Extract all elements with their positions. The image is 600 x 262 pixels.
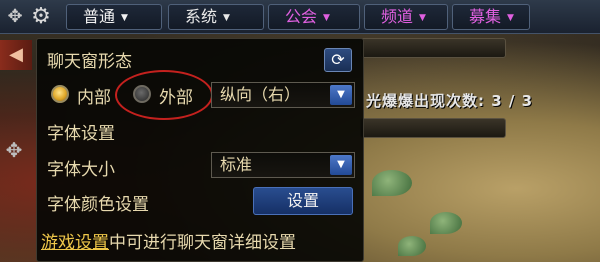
chat-tab-bar: ✥ ⚙ 普通 ▼ 系统 ▼ 公会 ▼ 频道 ▼ 募集 ▼	[0, 0, 600, 34]
refresh-icon: ⟳	[331, 50, 345, 69]
world-ui-bar	[360, 118, 506, 138]
tab-label: 频道	[381, 7, 414, 26]
chevron-down-icon: ▼	[223, 13, 230, 23]
radio-internal[interactable]	[51, 85, 69, 103]
chat-window-mode-label: 聊天窗形态	[47, 52, 132, 72]
orientation-select[interactable]: 纵向（右） ▼	[211, 82, 355, 108]
font-settings-heading: 字体设置	[47, 124, 115, 144]
font-size-value: 标准	[220, 155, 253, 174]
tab-channel[interactable]: 频道 ▼	[364, 4, 448, 30]
tab-label: 公会	[285, 7, 318, 26]
tab-label: 募集	[469, 7, 502, 26]
chevron-down-icon: ▼	[121, 13, 128, 23]
font-color-setup-button[interactable]: 设置	[253, 187, 353, 215]
game-settings-link[interactable]: 游戏设置	[41, 233, 109, 253]
font-size-select[interactable]: 标准 ▼	[211, 152, 355, 178]
world-ui-bar	[360, 38, 506, 58]
tab-label: 普通	[83, 7, 116, 26]
resize-icon[interactable]: ✥	[2, 138, 26, 162]
drop-counter-text: 光爆爆出现次数: 3 / 3	[366, 92, 534, 110]
leaf-decoration	[430, 212, 462, 234]
tab-normal[interactable]: 普通 ▼	[66, 4, 162, 30]
chevron-down-icon: ▼	[323, 13, 330, 23]
move-icon[interactable]: ✥	[4, 6, 26, 28]
chevron-down-icon[interactable]: ▼	[330, 85, 352, 105]
back-arrow-icon[interactable]: ◀	[0, 40, 32, 70]
tab-recruit[interactable]: 募集 ▼	[452, 4, 530, 30]
tab-label: 系统	[185, 7, 218, 26]
chevron-down-icon[interactable]: ▼	[330, 155, 352, 175]
font-size-label: 字体大小	[47, 160, 115, 180]
leaf-decoration	[398, 236, 426, 256]
chevron-down-icon: ▼	[507, 13, 514, 23]
tab-guild[interactable]: 公会 ▼	[268, 4, 360, 30]
gear-icon[interactable]: ⚙	[26, 4, 56, 30]
highlight-ring-annotation	[115, 70, 213, 120]
font-color-label: 字体颜色设置	[47, 195, 149, 215]
leaf-decoration	[372, 170, 412, 196]
chat-settings-panel: 聊天窗形态 ⟳ 内部 外部 纵向（右） ▼ 字体设置 字体大小 标准 ▼ 字体颜…	[36, 38, 364, 262]
orientation-value: 纵向（右）	[220, 85, 301, 104]
footer-text: 中可进行聊天窗详细设置	[109, 233, 296, 253]
refresh-button[interactable]: ⟳	[324, 48, 352, 72]
tab-system[interactable]: 系统 ▼	[168, 4, 264, 30]
chevron-down-icon: ▼	[419, 13, 426, 23]
panel-footer: 游戏设置中可进行聊天窗详细设置	[41, 228, 296, 253]
radio-internal-label[interactable]: 内部	[77, 83, 111, 108]
